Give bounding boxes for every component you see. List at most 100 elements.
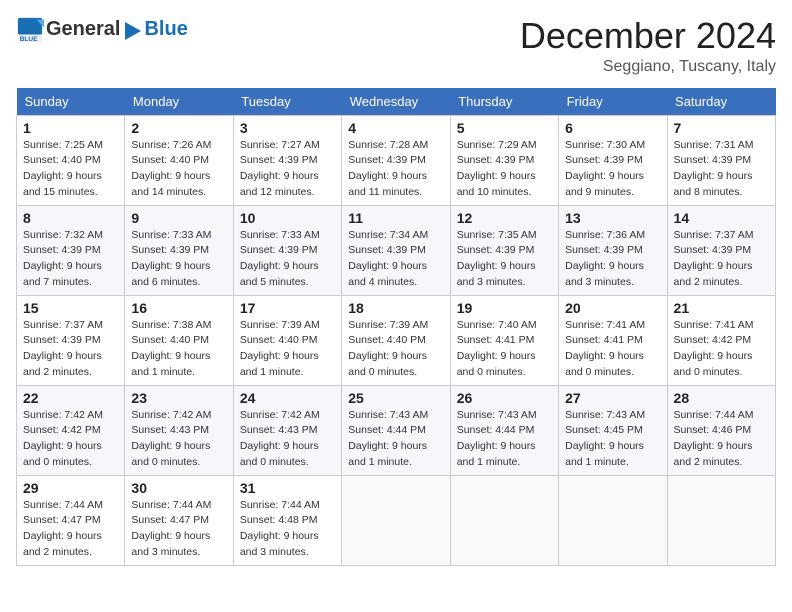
day-number: 12 bbox=[457, 210, 552, 226]
day-info: Sunrise: 7:33 AMSunset: 4:39 PMDaylight:… bbox=[131, 228, 226, 291]
day-info: Sunrise: 7:38 AMSunset: 4:40 PMDaylight:… bbox=[131, 318, 226, 381]
logo-text: GeneralBlue bbox=[46, 18, 188, 42]
calendar-cell: 24Sunrise: 7:42 AMSunset: 4:43 PMDayligh… bbox=[233, 385, 341, 475]
calendar-row-0: 1 Sunrise: 7:25 AMSunset: 4:40 PMDaylight… bbox=[17, 115, 776, 205]
day-info: Sunrise: 7:39 AMSunset: 4:40 PMDaylight:… bbox=[348, 318, 443, 381]
day-info: Sunrise: 7:29 AMSunset: 4:39 PMDaylight:… bbox=[457, 138, 552, 201]
calendar-cell: 21 Sunrise: 7:41 AMSunset: 4:42 PMDayligh… bbox=[667, 295, 775, 385]
day-info: Sunrise: 7:34 AMSunset: 4:39 PMDaylight:… bbox=[348, 228, 443, 291]
calendar-cell: 29Sunrise: 7:44 AMSunset: 4:47 PMDayligh… bbox=[17, 475, 125, 565]
day-info: Sunrise: 7:42 AMSunset: 4:43 PMDaylight:… bbox=[240, 408, 335, 471]
col-header-friday: Friday bbox=[559, 88, 667, 116]
calendar-cell: 31 Sunrise: 7:44 AMSunset: 4:48 PMDayligh… bbox=[233, 475, 341, 565]
calendar-cell: 10 Sunrise: 7:33 AMSunset: 4:39 PMDayligh… bbox=[233, 205, 341, 295]
calendar-cell: 6 Sunrise: 7:30 AMSunset: 4:39 PMDaylight… bbox=[559, 115, 667, 205]
day-number: 2 bbox=[131, 120, 226, 136]
day-number: 26 bbox=[457, 390, 552, 406]
day-number: 13 bbox=[565, 210, 660, 226]
page-header: BLUE GeneralBlue December 2024 Seggiano,… bbox=[16, 16, 776, 76]
calendar-cell: 17 Sunrise: 7:39 AMSunset: 4:40 PMDayligh… bbox=[233, 295, 341, 385]
calendar-table: SundayMondayTuesdayWednesdayThursdayFrid… bbox=[16, 88, 776, 566]
day-number: 22 bbox=[23, 390, 118, 406]
day-info: Sunrise: 7:42 AMSunset: 4:43 PMDaylight:… bbox=[131, 408, 226, 471]
calendar-cell: 30Sunrise: 7:44 AMSunset: 4:47 PMDayligh… bbox=[125, 475, 233, 565]
svg-text:BLUE: BLUE bbox=[20, 36, 38, 43]
day-info: Sunrise: 7:44 AMSunset: 4:46 PMDaylight:… bbox=[674, 408, 769, 471]
month-title: December 2024 bbox=[520, 16, 776, 56]
title-block: December 2024 Seggiano, Tuscany, Italy bbox=[520, 16, 776, 76]
col-header-sunday: Sunday bbox=[17, 88, 125, 116]
col-header-tuesday: Tuesday bbox=[233, 88, 341, 116]
calendar-row-1: 8Sunrise: 7:32 AMSunset: 4:39 PMDaylight… bbox=[17, 205, 776, 295]
col-header-thursday: Thursday bbox=[450, 88, 558, 116]
logo-icon: BLUE bbox=[16, 16, 44, 44]
calendar-header-row: SundayMondayTuesdayWednesdayThursdayFrid… bbox=[17, 88, 776, 116]
day-info: Sunrise: 7:41 AMSunset: 4:42 PMDaylight:… bbox=[674, 318, 769, 381]
day-number: 15 bbox=[23, 300, 118, 316]
day-number: 6 bbox=[565, 120, 660, 136]
day-number: 17 bbox=[240, 300, 335, 316]
calendar-cell bbox=[450, 475, 558, 565]
day-info: Sunrise: 7:44 AMSunset: 4:47 PMDaylight:… bbox=[131, 498, 226, 561]
day-info: Sunrise: 7:39 AMSunset: 4:40 PMDaylight:… bbox=[240, 318, 335, 381]
calendar-cell: 5 Sunrise: 7:29 AMSunset: 4:39 PMDaylight… bbox=[450, 115, 558, 205]
calendar-cell: 15 Sunrise: 7:37 AMSunset: 4:39 PMDayligh… bbox=[17, 295, 125, 385]
calendar-cell: 19Sunrise: 7:40 AMSunset: 4:41 PMDayligh… bbox=[450, 295, 558, 385]
calendar-cell: 4 Sunrise: 7:28 AMSunset: 4:39 PMDaylight… bbox=[342, 115, 450, 205]
calendar-cell: 12 Sunrise: 7:35 AMSunset: 4:39 PMDayligh… bbox=[450, 205, 558, 295]
day-info: Sunrise: 7:36 AMSunset: 4:39 PMDaylight:… bbox=[565, 228, 660, 291]
calendar-cell: 7 Sunrise: 7:31 AMSunset: 4:39 PMDaylight… bbox=[667, 115, 775, 205]
day-number: 18 bbox=[348, 300, 443, 316]
calendar-cell: 2 Sunrise: 7:26 AMSunset: 4:40 PMDaylight… bbox=[125, 115, 233, 205]
col-header-saturday: Saturday bbox=[667, 88, 775, 116]
day-number: 28 bbox=[674, 390, 769, 406]
col-header-monday: Monday bbox=[125, 88, 233, 116]
day-info: Sunrise: 7:31 AMSunset: 4:39 PMDaylight:… bbox=[674, 138, 769, 201]
day-number: 9 bbox=[131, 210, 226, 226]
calendar-cell: 13 Sunrise: 7:36 AMSunset: 4:39 PMDayligh… bbox=[559, 205, 667, 295]
day-number: 10 bbox=[240, 210, 335, 226]
day-info: Sunrise: 7:35 AMSunset: 4:39 PMDaylight:… bbox=[457, 228, 552, 291]
calendar-cell: 8Sunrise: 7:32 AMSunset: 4:39 PMDaylight… bbox=[17, 205, 125, 295]
day-number: 16 bbox=[131, 300, 226, 316]
day-number: 5 bbox=[457, 120, 552, 136]
calendar-cell: 18 Sunrise: 7:39 AMSunset: 4:40 PMDayligh… bbox=[342, 295, 450, 385]
day-info: Sunrise: 7:26 AMSunset: 4:40 PMDaylight:… bbox=[131, 138, 226, 201]
calendar-cell bbox=[559, 475, 667, 565]
calendar-cell: 22 Sunrise: 7:42 AMSunset: 4:42 PMDayligh… bbox=[17, 385, 125, 475]
calendar-cell: 27Sunrise: 7:43 AMSunset: 4:45 PMDayligh… bbox=[559, 385, 667, 475]
day-info: Sunrise: 7:37 AMSunset: 4:39 PMDaylight:… bbox=[23, 318, 118, 381]
calendar-cell: 20Sunrise: 7:41 AMSunset: 4:41 PMDayligh… bbox=[559, 295, 667, 385]
day-info: Sunrise: 7:44 AMSunset: 4:48 PMDaylight:… bbox=[240, 498, 335, 561]
day-number: 4 bbox=[348, 120, 443, 136]
calendar-row-2: 15 Sunrise: 7:37 AMSunset: 4:39 PMDayligh… bbox=[17, 295, 776, 385]
day-number: 11 bbox=[348, 210, 443, 226]
day-number: 1 bbox=[23, 120, 118, 136]
calendar-cell: 25Sunrise: 7:43 AMSunset: 4:44 PMDayligh… bbox=[342, 385, 450, 475]
day-info: Sunrise: 7:42 AMSunset: 4:42 PMDaylight:… bbox=[23, 408, 118, 471]
calendar-cell: 9 Sunrise: 7:33 AMSunset: 4:39 PMDaylight… bbox=[125, 205, 233, 295]
day-info: Sunrise: 7:28 AMSunset: 4:39 PMDaylight:… bbox=[348, 138, 443, 201]
day-info: Sunrise: 7:33 AMSunset: 4:39 PMDaylight:… bbox=[240, 228, 335, 291]
day-info: Sunrise: 7:40 AMSunset: 4:41 PMDaylight:… bbox=[457, 318, 552, 381]
day-number: 7 bbox=[674, 120, 769, 136]
calendar-cell: 26 Sunrise: 7:43 AMSunset: 4:44 PMDayligh… bbox=[450, 385, 558, 475]
day-number: 23 bbox=[131, 390, 226, 406]
calendar-cell: 1 Sunrise: 7:25 AMSunset: 4:40 PMDaylight… bbox=[17, 115, 125, 205]
day-info: Sunrise: 7:30 AMSunset: 4:39 PMDaylight:… bbox=[565, 138, 660, 201]
day-number: 31 bbox=[240, 480, 335, 496]
day-info: Sunrise: 7:27 AMSunset: 4:39 PMDaylight:… bbox=[240, 138, 335, 201]
calendar-cell: 28 Sunrise: 7:44 AMSunset: 4:46 PMDayligh… bbox=[667, 385, 775, 475]
day-number: 14 bbox=[674, 210, 769, 226]
day-info: Sunrise: 7:43 AMSunset: 4:44 PMDaylight:… bbox=[348, 408, 443, 471]
col-header-wednesday: Wednesday bbox=[342, 88, 450, 116]
day-number: 21 bbox=[674, 300, 769, 316]
day-info: Sunrise: 7:25 AMSunset: 4:40 PMDaylight:… bbox=[23, 138, 118, 201]
day-info: Sunrise: 7:41 AMSunset: 4:41 PMDaylight:… bbox=[565, 318, 660, 381]
location: Seggiano, Tuscany, Italy bbox=[520, 58, 776, 76]
calendar-cell bbox=[667, 475, 775, 565]
day-info: Sunrise: 7:43 AMSunset: 4:44 PMDaylight:… bbox=[457, 408, 552, 471]
day-info: Sunrise: 7:32 AMSunset: 4:39 PMDaylight:… bbox=[23, 228, 118, 291]
calendar-cell bbox=[342, 475, 450, 565]
calendar-cell: 3Sunrise: 7:27 AMSunset: 4:39 PMDaylight… bbox=[233, 115, 341, 205]
